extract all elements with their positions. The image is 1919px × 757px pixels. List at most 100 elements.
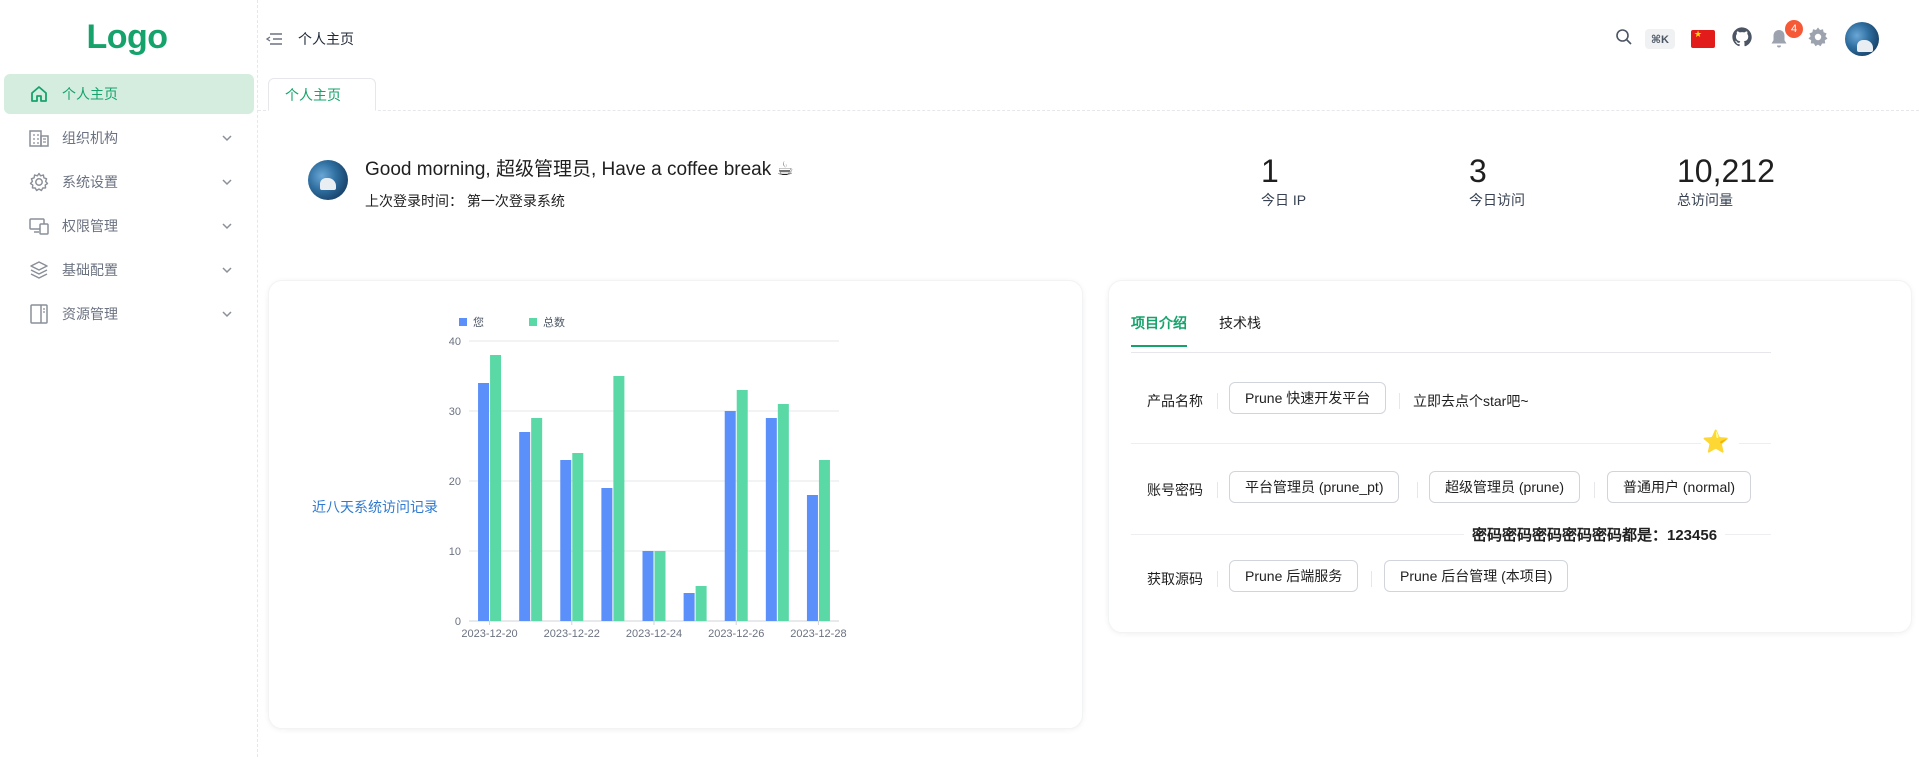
x-tick-label: 2023-12-22 — [544, 628, 600, 640]
sidebar-item-home[interactable]: 个人主页 — [4, 74, 254, 114]
welcome-avatar — [308, 160, 348, 200]
sidebar-item-basic-config[interactable]: 基础配置 — [4, 250, 254, 290]
sidebar: Logo 个人主页 组织机构 系统设置 权限管理 基础配置 资源管理 — [0, 0, 258, 757]
notification-count-badge: 4 — [1785, 20, 1803, 38]
logo[interactable]: Logo — [0, 0, 258, 74]
chart-bar — [806, 495, 818, 621]
stat-label: 今日 IP — [1261, 192, 1307, 208]
last-login-text: 上次登录时间： 第一次登录系统 — [365, 191, 565, 211]
chart-bar — [519, 432, 531, 621]
stat-value: 3 — [1469, 153, 1487, 189]
separator — [1217, 393, 1218, 409]
chevron-down-icon — [222, 135, 232, 142]
chart-bar — [765, 418, 777, 621]
visits-bar-chart: 0 10 20 30 40 2023-12-20 2023-12-22 2023-12-24 2… — [449, 315, 847, 640]
home-icon — [28, 83, 50, 105]
legend-swatch — [529, 318, 537, 326]
notifications-button[interactable]: 4 — [1769, 20, 1803, 50]
account-password-label: 账号密码 — [1147, 482, 1203, 498]
stat-label: 今日访问 — [1469, 192, 1525, 208]
separator — [1217, 571, 1218, 587]
sidebar-item-label: 权限管理 — [62, 218, 118, 234]
star-link[interactable]: 立即去点个star吧~ — [1413, 391, 1529, 411]
separator — [1399, 393, 1400, 409]
collapse-sidebar-button[interactable] — [258, 29, 290, 49]
layers-icon — [28, 259, 50, 281]
chart-bar — [560, 460, 572, 621]
last-login-value: 第一次登录系统 — [466, 193, 565, 209]
logo-text: Logo — [86, 17, 168, 56]
china-flag-icon[interactable] — [1691, 30, 1715, 48]
get-source-label: 获取源码 — [1147, 571, 1203, 587]
menu-fold-icon — [265, 33, 282, 45]
separator — [1594, 482, 1595, 498]
sidebar-item-resources[interactable]: 资源管理 — [4, 294, 254, 334]
separator — [1217, 482, 1218, 498]
x-tick-label: 2023-12-24 — [626, 628, 682, 640]
visits-chart-card: 近八天系统访问记录 0 10 20 30 40 2023-12-20 2023-12-22 2… — [268, 280, 1083, 729]
app-root: Logo 个人主页 组织机构 系统设置 权限管理 基础配置 资源管理 个人主页 … — [0, 0, 1919, 757]
tab-home[interactable]: 个人主页 — [268, 78, 376, 111]
stat-label: 总访问量 — [1677, 192, 1733, 208]
chart-bar — [695, 586, 707, 621]
separator — [1371, 571, 1372, 587]
chart-bar — [724, 411, 736, 621]
x-tick-label: 2023-12-26 — [708, 628, 764, 640]
breadcrumb: 个人主页 — [298, 31, 354, 47]
chevron-down-icon — [222, 267, 232, 274]
divider — [1739, 443, 1771, 444]
sidebar-item-permissions[interactable]: 权限管理 — [4, 206, 254, 246]
search-icon[interactable] — [1615, 28, 1633, 51]
star-icon: ⭐ — [1702, 429, 1730, 454]
sidebar-item-system-settings[interactable]: 系统设置 — [4, 162, 254, 202]
platform-admin-button[interactable]: 平台管理员 (prune_pt) — [1229, 471, 1400, 503]
top-header: 个人主页 ⌘K 4 — [258, 0, 1919, 74]
project-intro-card: 项目介绍 技术栈 产品名称 Prune 快速开发平台 立即去点个star吧~ ⭐… — [1108, 280, 1912, 633]
search-shortcut-badge[interactable]: ⌘K — [1644, 29, 1675, 49]
tab-project-intro[interactable]: 项目介绍 — [1131, 313, 1187, 347]
y-tick-label: 0 — [455, 616, 461, 628]
user-avatar[interactable] — [1845, 22, 1879, 56]
product-name-label: 产品名称 — [1147, 393, 1203, 409]
chevron-down-icon — [222, 223, 232, 230]
product-button[interactable]: Prune 快速开发平台 — [1229, 382, 1387, 414]
chart-bar — [478, 383, 490, 621]
github-icon[interactable] — [1731, 26, 1753, 53]
y-tick-label: 30 — [449, 406, 461, 418]
stat-today-ip: 1 今日 IP — [1261, 152, 1306, 210]
chart-bar — [490, 355, 502, 621]
y-tick-label: 40 — [449, 336, 461, 348]
header-actions: ⌘K 4 — [1599, 20, 1879, 56]
page-tabs-bar: 个人主页 — [258, 74, 1919, 111]
sidebar-menu: 个人主页 组织机构 系统设置 权限管理 基础配置 资源管理 — [0, 74, 258, 338]
gear-icon — [28, 171, 50, 193]
chart-bar — [777, 404, 789, 621]
sidebar-item-label: 组织机构 — [62, 130, 118, 146]
sidebar-item-label: 基础配置 — [62, 262, 118, 278]
tab-tech-stack[interactable]: 技术栈 — [1219, 313, 1261, 345]
legend-label: 总数 — [543, 315, 565, 329]
chart-bar — [654, 551, 666, 621]
admin-frontend-button[interactable]: Prune 后台管理 (本项目) — [1384, 560, 1569, 592]
chart-bar — [601, 488, 613, 621]
sidebar-item-label: 系统设置 — [62, 174, 118, 190]
book-icon — [28, 303, 50, 325]
super-admin-button[interactable]: 超级管理员 (prune) — [1429, 471, 1581, 503]
divider — [1131, 443, 1701, 444]
sidebar-item-organization[interactable]: 组织机构 — [4, 118, 254, 158]
stat-value: 10,212 — [1677, 153, 1775, 189]
chart-bar — [572, 453, 584, 621]
chart-bar — [818, 460, 830, 621]
normal-user-button[interactable]: 普通用户 (normal) — [1607, 471, 1752, 503]
stat-value: 1 — [1261, 153, 1279, 189]
intro-tabs: 项目介绍 技术栈 — [1131, 313, 1771, 353]
backend-service-button[interactable]: Prune 后端服务 — [1229, 560, 1359, 592]
chart-card-label: 近八天系统访问记录 — [312, 499, 438, 515]
monitor-icon — [28, 215, 50, 237]
sidebar-item-label: 个人主页 — [62, 86, 118, 102]
legend-label: 您 — [473, 316, 484, 329]
settings-gear-icon[interactable] — [1807, 26, 1829, 53]
chart-bar — [736, 390, 748, 621]
stat-total-visits: 10,212 总访问量 — [1677, 152, 1775, 210]
y-tick-label: 20 — [449, 476, 461, 488]
